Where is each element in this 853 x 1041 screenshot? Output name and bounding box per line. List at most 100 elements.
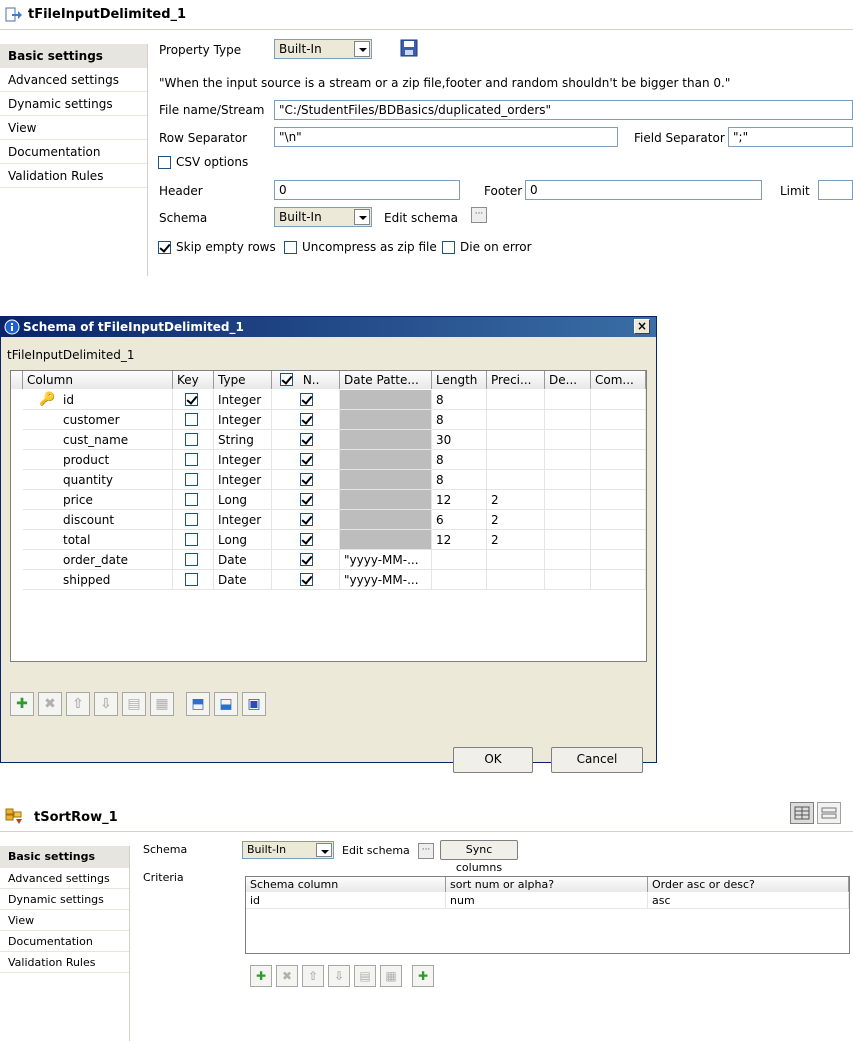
col-header-precision[interactable]: Preci...: [487, 371, 545, 389]
key-checkbox[interactable]: [185, 513, 198, 526]
file-name-input[interactable]: "C:/StudentFiles/BDBasics/duplicated_ord…: [274, 100, 853, 120]
key-checkbox[interactable]: [185, 393, 198, 406]
length-cell[interactable]: [432, 550, 487, 570]
table-row[interactable]: customer Integer 8: [11, 410, 646, 430]
copy-button[interactable]: ▤: [122, 692, 146, 716]
nullable-checkbox[interactable]: [300, 573, 313, 586]
key-checkbox[interactable]: [185, 553, 198, 566]
paste-criteria-button[interactable]: ▦: [380, 965, 402, 987]
edit-schema-button[interactable]: ···: [471, 207, 487, 223]
row-separator-input[interactable]: "\n": [274, 127, 618, 147]
tab-view[interactable]: View: [0, 116, 147, 140]
type-cell[interactable]: Long: [214, 490, 272, 510]
criteria-col-sort[interactable]: sort num or alpha?: [446, 877, 648, 892]
precision-cell[interactable]: [487, 570, 545, 590]
comment-cell[interactable]: [591, 530, 646, 550]
export-schema-button[interactable]: ⬓: [214, 692, 238, 716]
col-header-key[interactable]: Key: [173, 371, 214, 389]
table-row[interactable]: shipped Date "yyyy-MM-...: [11, 570, 646, 590]
add-all-criteria-button[interactable]: ✚: [412, 965, 434, 987]
comment-cell[interactable]: [591, 470, 646, 490]
ok-button[interactable]: OK: [453, 747, 533, 773]
date-pattern-cell[interactable]: [340, 490, 432, 510]
precision-cell[interactable]: [487, 470, 545, 490]
property-type-select[interactable]: Built-In: [274, 39, 372, 59]
comment-cell[interactable]: [591, 570, 646, 590]
criteria-col-order[interactable]: Order asc or desc?: [648, 877, 849, 892]
nullable-checkbox[interactable]: [300, 413, 313, 426]
comment-cell[interactable]: [591, 490, 646, 510]
length-cell[interactable]: 8: [432, 410, 487, 430]
col-header-column[interactable]: Column: [23, 371, 173, 389]
tab-basic-settings[interactable]: Basic settings: [0, 846, 129, 868]
date-pattern-cell[interactable]: [340, 470, 432, 490]
tab-dynamic-settings[interactable]: Dynamic settings: [0, 92, 147, 116]
list-view-toggle[interactable]: [817, 802, 841, 824]
table-row[interactable]: quantity Integer 8: [11, 470, 646, 490]
length-cell[interactable]: [432, 570, 487, 590]
length-cell[interactable]: 6: [432, 510, 487, 530]
precision-cell[interactable]: [487, 390, 545, 410]
schema-select[interactable]: Built-In: [274, 207, 372, 227]
tab-documentation[interactable]: Documentation: [0, 931, 129, 952]
tab-advanced-settings[interactable]: Advanced settings: [0, 868, 129, 889]
default-cell[interactable]: [545, 570, 591, 590]
column-name-cell[interactable]: cust_name: [23, 430, 173, 450]
schema-select[interactable]: Built-In: [242, 841, 334, 859]
comment-cell[interactable]: [591, 450, 646, 470]
paste-button[interactable]: ▦: [150, 692, 174, 716]
column-name-cell[interactable]: quantity: [23, 470, 173, 490]
length-cell[interactable]: 12: [432, 530, 487, 550]
criteria-order-cell[interactable]: asc: [648, 893, 849, 909]
comment-cell[interactable]: [591, 390, 646, 410]
precision-cell[interactable]: 2: [487, 510, 545, 530]
tab-basic-settings[interactable]: Basic settings: [0, 44, 147, 68]
footer-input[interactable]: 0: [525, 180, 762, 200]
tab-validation-rules[interactable]: Validation Rules: [0, 164, 147, 188]
type-cell[interactable]: Integer: [214, 450, 272, 470]
type-cell[interactable]: Date: [214, 570, 272, 590]
move-down-criteria-button[interactable]: ⇩: [328, 965, 350, 987]
skip-empty-rows-checkbox[interactable]: [158, 241, 171, 254]
column-name-cell[interactable]: product: [23, 450, 173, 470]
table-row[interactable]: discount Integer 6 2: [11, 510, 646, 530]
table-row[interactable]: total Long 12 2: [11, 530, 646, 550]
date-pattern-cell[interactable]: [340, 510, 432, 530]
type-cell[interactable]: Integer: [214, 390, 272, 410]
comment-cell[interactable]: [591, 550, 646, 570]
tab-validation-rules[interactable]: Validation Rules: [0, 952, 129, 973]
length-cell[interactable]: 30: [432, 430, 487, 450]
key-checkbox[interactable]: [185, 573, 198, 586]
save-icon[interactable]: [400, 39, 418, 57]
type-cell[interactable]: Long: [214, 530, 272, 550]
nullable-checkbox[interactable]: [300, 453, 313, 466]
nullable-checkbox[interactable]: [300, 553, 313, 566]
default-cell[interactable]: [545, 490, 591, 510]
move-up-button[interactable]: ⇧: [66, 692, 90, 716]
date-pattern-cell[interactable]: [340, 390, 432, 410]
type-cell[interactable]: String: [214, 430, 272, 450]
grid-view-toggle[interactable]: [790, 802, 814, 824]
col-header-date-pattern[interactable]: Date Patte...: [340, 371, 432, 389]
add-row-button[interactable]: ✚: [10, 692, 34, 716]
table-row[interactable]: id 🔑 Integer 8: [11, 390, 646, 410]
default-cell[interactable]: [545, 390, 591, 410]
criteria-col-schema-column[interactable]: Schema column: [246, 877, 446, 892]
column-name-cell[interactable]: total: [23, 530, 173, 550]
sync-columns-button[interactable]: Sync columns: [440, 840, 518, 874]
nullable-checkbox[interactable]: [300, 513, 313, 526]
column-name-cell[interactable]: price: [23, 490, 173, 510]
comment-cell[interactable]: [591, 510, 646, 530]
default-cell[interactable]: [545, 550, 591, 570]
key-checkbox[interactable]: [185, 473, 198, 486]
date-pattern-cell[interactable]: [340, 430, 432, 450]
tab-dynamic-settings[interactable]: Dynamic settings: [0, 889, 129, 910]
table-row[interactable]: price Long 12 2: [11, 490, 646, 510]
nullable-checkbox[interactable]: [300, 493, 313, 506]
edit-schema-button[interactable]: ···: [418, 843, 434, 859]
nullable-checkbox[interactable]: [300, 393, 313, 406]
nullable-checkbox[interactable]: [300, 473, 313, 486]
precision-cell[interactable]: [487, 410, 545, 430]
length-cell[interactable]: 8: [432, 470, 487, 490]
default-cell[interactable]: [545, 430, 591, 450]
